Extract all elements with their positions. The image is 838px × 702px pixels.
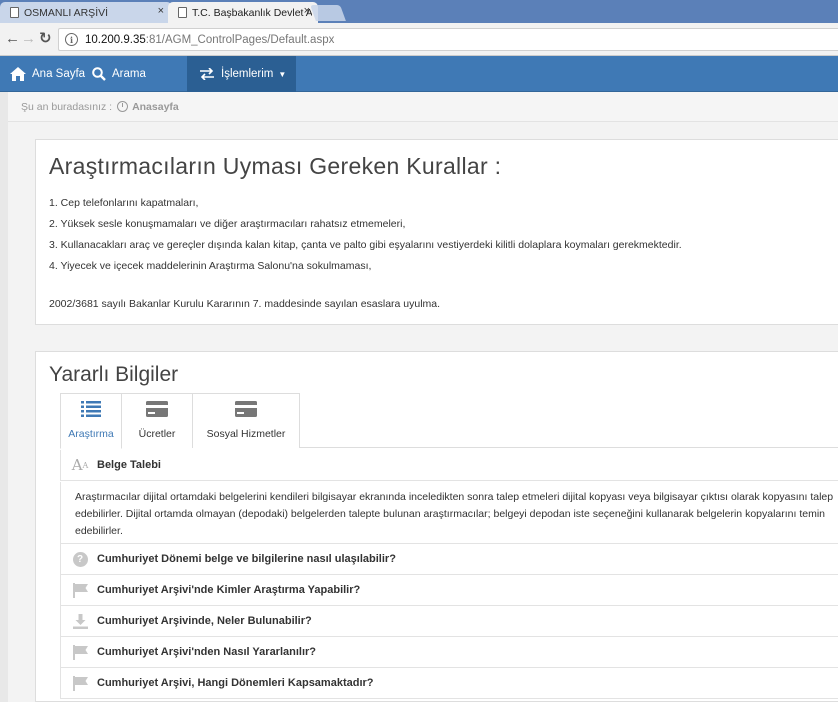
question-icon: ? [72, 551, 88, 567]
tab-label: Sosyal Hizmetler [206, 428, 286, 440]
accordion-title: Cumhuriyet Arşivi, Hangi Dönemleri Kapsa… [97, 677, 374, 689]
rule-item: 4. Yiyecek ve içecek maddelerinin Araştı… [49, 260, 372, 272]
browser-tab-strip: OSMANLI ARŞİVİ × T.C. Başbakanlık Devlet… [0, 0, 838, 23]
nav-search-label: Arama [112, 68, 146, 80]
nav-operations-dropdown[interactable]: İşlemlerim ▼ [187, 56, 296, 92]
document-icon [178, 7, 187, 18]
rules-title: Araştırmacıların Uyması Gereken Kurallar… [49, 153, 502, 179]
nav-search[interactable]: Arama [92, 56, 146, 92]
main-navbar: Ana Sayfa Arama İşlemlerim ▼ [0, 56, 838, 92]
nav-operations-label: İşlemlerim [221, 68, 274, 80]
font-size-icon: AA [71, 456, 89, 474]
download-icon [72, 613, 88, 629]
accordion-title: Belge Talebi [97, 459, 161, 471]
rule-item: 3. Kullanacakları araç ve gereçler dışın… [49, 239, 682, 251]
body-line: edebilirler. [75, 525, 123, 537]
rules-list: 1. Cep telefonlarını kapatmaları, 2. Yük… [49, 195, 682, 279]
flag-icon [72, 675, 88, 691]
card-icon [146, 401, 168, 420]
transfer-icon [199, 68, 215, 80]
breadcrumb: Şu an buradasınız : Anasayfa [0, 92, 838, 122]
browser-tab-osmanli[interactable]: OSMANLI ARŞİVİ × [0, 2, 172, 23]
accordion-item[interactable]: ? Cumhuriyet Dönemi belge ve bilgilerine… [60, 544, 838, 575]
browser-tab-devlet[interactable]: T.C. Başbakanlık Devlet A × [168, 2, 318, 23]
flag-icon [72, 644, 88, 660]
accordion-item-belge-talebi[interactable]: AA Belge Talebi [60, 450, 838, 481]
tab-label: Ücretler [138, 428, 176, 440]
left-gutter [0, 92, 8, 702]
url-host: 10.200.9.35 [85, 33, 146, 46]
info-tabs: Araştırma Ücretler Sosyal Hizmetler [60, 393, 838, 449]
tab-arastirma[interactable]: Araştırma [60, 393, 122, 449]
tab-title: T.C. Başbakanlık Devlet A [192, 6, 312, 19]
document-icon [10, 7, 19, 18]
tab-sosyal-hizmetler[interactable]: Sosyal Hizmetler [192, 393, 300, 448]
regulation-note: 2002/3681 sayılı Bakanlar Kurulu Kararın… [49, 298, 441, 310]
breadcrumb-current[interactable]: Anasayfa [132, 101, 179, 113]
nav-home[interactable]: Ana Sayfa [10, 56, 85, 92]
forward-arrow-icon[interactable]: → [21, 30, 36, 48]
accordion-item[interactable]: Cumhuriyet Arşivinde, Neler Bulunabilir? [60, 606, 838, 637]
url-path: :81/AGM_ControlPages/Default.aspx [145, 33, 335, 46]
rules-panel: Araştırmacıların Uyması Gereken Kurallar… [35, 139, 838, 325]
caret-down-icon: ▼ [278, 69, 287, 79]
clock-icon [117, 101, 129, 112]
home-icon [10, 67, 26, 81]
new-tab-button[interactable] [310, 5, 346, 21]
reload-icon[interactable]: ↻ [39, 30, 52, 48]
nav-home-label: Ana Sayfa [32, 68, 86, 80]
tab-label: Araştırma [68, 428, 114, 440]
search-icon [92, 67, 106, 81]
accordion-title: Cumhuriyet Dönemi belge ve bilgilerine n… [97, 553, 396, 565]
address-bar: ← → ↻ i 10.200.9.35:81/AGM_ControlPages/… [0, 23, 838, 56]
close-tab-icon[interactable]: × [158, 5, 164, 17]
accordion-title: Cumhuriyet Arşivi'nde Kimler Araştırma Y… [97, 584, 361, 596]
accordion-item[interactable]: Cumhuriyet Arşivi'nden Nasıl Yararlanılı… [60, 637, 838, 668]
info-icon[interactable]: i [65, 33, 78, 46]
rule-item: 2. Yüksek sesle konuşmamaları ve diğer a… [49, 218, 406, 230]
tab-title: OSMANLI ARŞİVİ [24, 6, 109, 19]
rule-item: 1. Cep telefonlarını kapatmaları, [49, 197, 199, 209]
list-icon [81, 401, 101, 420]
url-input[interactable]: i 10.200.9.35:81/AGM_ControlPages/Defaul… [58, 28, 838, 51]
flag-icon [72, 582, 88, 598]
body-line: edebilirler. Dijital ortamda olmayan (de… [75, 508, 826, 520]
accordion-title: Cumhuriyet Arşivinde, Neler Bulunabilir? [97, 615, 312, 627]
accordion-item[interactable]: Cumhuriyet Arşivi'nde Kimler Araştırma Y… [60, 575, 838, 606]
useful-info-title: Yararlı Bilgiler [49, 363, 179, 386]
tab-ucretler[interactable]: Ücretler [121, 393, 193, 448]
accordion-title: Cumhuriyet Arşivi'nden Nasıl Yararlanılı… [97, 646, 317, 658]
accordion-body: Araştırmacılar dijital ortamdaki belgele… [60, 482, 838, 544]
card-icon [235, 401, 257, 420]
body-line: Araştırmacılar dijital ortamdaki belgele… [75, 491, 834, 503]
accordion-item[interactable]: Cumhuriyet Arşivi, Hangi Dönemleri Kapsa… [60, 668, 838, 699]
close-tab-icon[interactable]: × [304, 5, 310, 17]
useful-info-panel: Yararlı Bilgiler Araştırma Ücretler Sosy… [35, 351, 838, 702]
breadcrumb-prefix: Şu an buradasınız : [21, 100, 113, 113]
back-arrow-icon[interactable]: ← [5, 30, 20, 48]
